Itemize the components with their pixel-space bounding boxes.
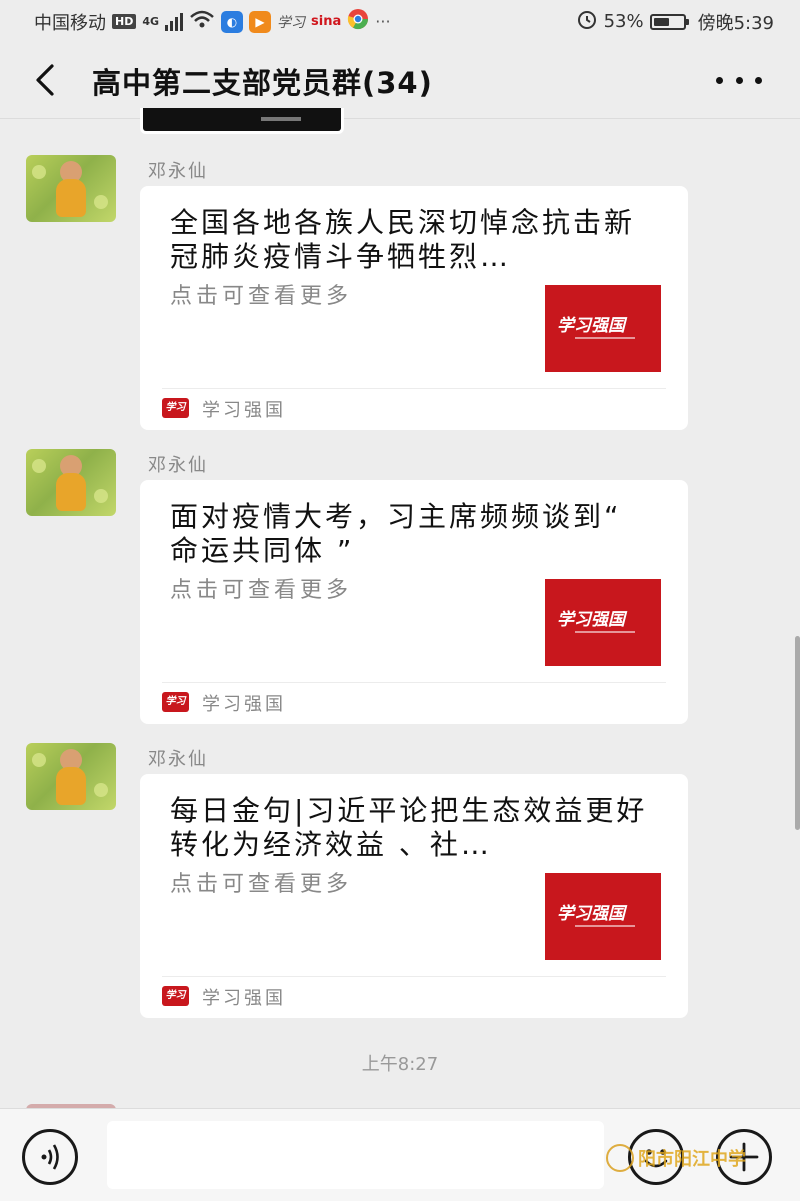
- source-label: 学习强国: [202, 400, 286, 421]
- xuexi-logo: 学习强国: [557, 904, 625, 924]
- video-app-icon: ▶: [249, 10, 272, 33]
- article-desc: 点击可查看更多: [170, 284, 353, 309]
- more-dots-icon: ···: [375, 12, 391, 31]
- xuexi-source-icon: 学习: [162, 986, 189, 1006]
- previous-image-message[interactable]: [140, 108, 344, 134]
- avatar[interactable]: [26, 743, 116, 810]
- hd-icon: HD: [112, 14, 137, 29]
- clock: 傍晚5:39: [697, 12, 774, 34]
- xuexi-app-icon: 学习: [277, 14, 306, 31]
- divider: [162, 388, 666, 389]
- voice-icon: [41, 1144, 59, 1170]
- chevron-left-icon: [36, 64, 54, 96]
- divider: [162, 976, 666, 977]
- article-title: 全国各地各族人民深切悼念抗击新冠肺炎疫情斗争牺牲烈…: [170, 206, 636, 273]
- article-thumbnail: 学习强国: [545, 873, 661, 960]
- article-card[interactable]: 每日金句|习近平论把生态效益更好转化为经济效益 、社… 点击可查看更多 学习强国…: [140, 774, 688, 1018]
- scrollbar[interactable]: [795, 636, 800, 830]
- avatar[interactable]: [26, 155, 116, 222]
- status-bar: 中国移动 HD 4G ◐ ▶ 学习 sina ··· 53% 傍晚5:39: [0, 0, 800, 40]
- network-type: 4G: [142, 15, 160, 28]
- chat-title: 高中第二支部党员群(34): [92, 66, 433, 100]
- divider: [162, 682, 666, 683]
- school-watermark: 阳市阳江中学: [606, 1144, 746, 1172]
- carrier-label: 中国移动: [34, 12, 106, 34]
- article-desc: 点击可查看更多: [170, 872, 353, 897]
- article-thumbnail: 学习强国: [545, 579, 661, 666]
- message-timestamp: 上午8:27: [361, 1054, 439, 1075]
- battery-icon: [649, 13, 689, 30]
- article-card[interactable]: 面对疫情大考，习主席频频谈到“ 命运共同体 ” 点击可查看更多 学习强国 学习 …: [140, 480, 688, 724]
- article-thumbnail: 学习强国: [545, 285, 661, 372]
- avatar[interactable]: [26, 449, 116, 516]
- article-card[interactable]: 全国各地各族人民深切悼念抗击新冠肺炎疫情斗争牺牲烈… 点击可查看更多 学习强国 …: [140, 186, 688, 430]
- back-button[interactable]: [28, 60, 64, 100]
- xuexi-logo: 学习强国: [557, 610, 625, 630]
- xuexi-source-icon: 学习: [162, 692, 189, 712]
- school-seal-icon: [606, 1144, 634, 1172]
- xuexi-logo: 学习强国: [557, 316, 625, 336]
- sender-name: 邓永仙: [148, 749, 208, 770]
- chrome-icon: [347, 8, 369, 35]
- more-dots-icon: [716, 76, 723, 84]
- chat-more-button[interactable]: [716, 66, 762, 94]
- source-label: 学习强国: [202, 988, 286, 1009]
- article-desc: 点击可查看更多: [170, 578, 353, 603]
- watermark-text: 阳市阳江中学: [638, 1149, 746, 1170]
- xuexi-source-icon: 学习: [162, 398, 189, 418]
- sina-weibo-icon: sina: [311, 14, 342, 29]
- wifi-icon: [189, 9, 215, 34]
- source-label: 学习强国: [202, 694, 286, 715]
- article-title: 面对疫情大考，习主席频频谈到“ 命运共同体 ”: [170, 500, 622, 567]
- message-input[interactable]: [107, 1121, 604, 1189]
- alarm-icon: [576, 8, 598, 35]
- sender-name: 邓永仙: [148, 455, 208, 476]
- sender-name: 邓永仙: [148, 161, 208, 182]
- article-title: 每日金句|习近平论把生态效益更好转化为经济效益 、社…: [170, 794, 648, 861]
- battery-percent: 53%: [603, 11, 644, 32]
- bluetooth-app-icon: ◐: [221, 10, 244, 33]
- voice-button[interactable]: [22, 1129, 78, 1185]
- chat-header: 高中第二支部党员群(34): [0, 40, 800, 119]
- signal-icon: [165, 12, 184, 31]
